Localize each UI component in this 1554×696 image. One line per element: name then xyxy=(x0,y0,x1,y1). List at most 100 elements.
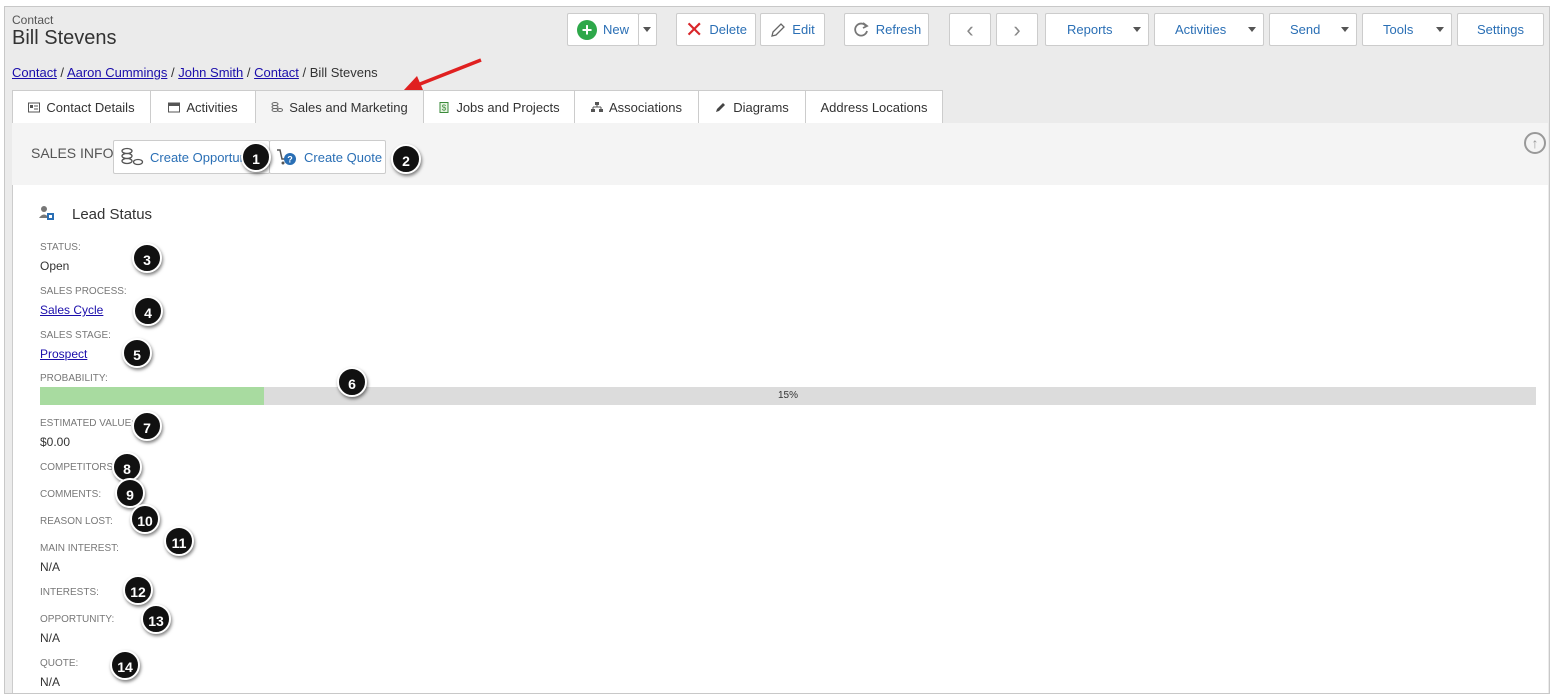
tab-address-locations[interactable]: Address Locations xyxy=(805,90,943,124)
tab-label: Contact Details xyxy=(46,99,135,115)
sales-stage-label: SALES STAGE: xyxy=(40,330,111,341)
tools-label: Tools xyxy=(1383,22,1414,37)
delete-button[interactable]: ✕ Delete xyxy=(676,13,756,46)
org-chart-icon xyxy=(591,101,603,112)
tab-sales-and-marketing[interactable]: Sales and Marketing xyxy=(255,90,423,124)
coins-icon xyxy=(271,101,284,112)
breadcrumb-link[interactable]: John Smith xyxy=(178,65,243,80)
annotation-badge: 10 xyxy=(130,504,160,534)
tab-label: Sales and Marketing xyxy=(289,99,408,115)
next-button[interactable]: › xyxy=(996,13,1038,46)
sales-process-label: SALES PROCESS: xyxy=(40,286,127,297)
annotation-badge: 12 xyxy=(123,575,153,605)
edit-label: Edit xyxy=(792,22,815,37)
annotation-badge: 1 xyxy=(241,142,271,172)
reports-button[interactable]: Reports xyxy=(1045,13,1149,46)
tab-associations[interactable]: Associations xyxy=(574,90,698,124)
probability-bar: 15% xyxy=(40,387,1536,405)
annotation-badge: 2 xyxy=(391,144,421,174)
tab-contact-details[interactable]: Contact Details xyxy=(12,90,150,124)
settings-label: Settings xyxy=(1477,22,1524,37)
probability-text: 15% xyxy=(777,390,798,401)
calendar-icon xyxy=(168,102,181,112)
edit-button[interactable]: Edit xyxy=(760,13,825,46)
scroll-top-icon[interactable]: ↑ xyxy=(1524,132,1546,154)
entity-type: Contact xyxy=(12,13,54,27)
chevron-down-icon xyxy=(1341,27,1349,32)
annotation-badge: 11 xyxy=(164,526,194,556)
sales-stage-link[interactable]: Prospect xyxy=(40,347,87,361)
close-icon: ✕ xyxy=(684,16,704,42)
annotation-badge: 13 xyxy=(141,604,171,634)
previous-button[interactable]: ‹ xyxy=(949,13,991,46)
annotation-badge: 14 xyxy=(110,650,140,680)
create-quote-button[interactable]: ? Create Quote xyxy=(269,140,386,174)
person-icon xyxy=(39,206,54,220)
breadcrumb-separator: / xyxy=(56,65,67,80)
pencil-icon xyxy=(771,22,786,37)
activities-label: Activities xyxy=(1175,22,1227,37)
tab-activities[interactable]: Activities xyxy=(150,90,255,124)
sales-process-link[interactable]: Sales Cycle xyxy=(40,303,103,317)
competitors-label: COMPETITORS: xyxy=(40,462,116,473)
chevron-left-icon: ‹ xyxy=(966,16,974,42)
probability-label: PROBABILITY: xyxy=(40,373,108,384)
send-button[interactable]: Send xyxy=(1269,13,1357,46)
delete-label: Delete xyxy=(709,22,747,37)
breadcrumb-link[interactable]: Contact xyxy=(12,65,57,80)
tab-label: Address Locations xyxy=(820,99,928,115)
breadcrumb-separator: / xyxy=(167,65,179,80)
plus-icon: + xyxy=(576,19,597,40)
tab-diagrams[interactable]: Diagrams xyxy=(698,90,805,124)
id-card-icon xyxy=(28,102,41,112)
estimated-value: $0.00 xyxy=(40,435,71,449)
reports-label: Reports xyxy=(1067,22,1113,37)
interests-label: INTERESTS: xyxy=(40,587,99,598)
status-value: Open xyxy=(40,259,70,273)
refresh-button[interactable]: Refresh xyxy=(844,13,929,46)
annotation-badge: 4 xyxy=(133,296,163,326)
breadcrumb-current: Bill Stevens xyxy=(309,65,378,80)
content-panel xyxy=(12,123,1548,693)
refresh-icon xyxy=(854,21,869,36)
tab-jobs-and-projects[interactable]: $ Jobs and Projects xyxy=(423,90,574,124)
breadcrumb-link[interactable]: Contact xyxy=(254,65,299,80)
breadcrumb-separator: / xyxy=(298,65,310,80)
annotation-badge: 6 xyxy=(337,367,367,397)
opportunity-value: N/A xyxy=(40,631,61,645)
tab-bar: Contact Details Activities Sales and Mar… xyxy=(12,90,943,124)
breadcrumb-link[interactable]: Aaron Cummings xyxy=(67,65,167,80)
refresh-label: Refresh xyxy=(875,22,922,37)
comments-label: COMMENTS: xyxy=(40,489,102,500)
breadcrumb-separator: / xyxy=(243,65,255,80)
quote-label: QUOTE: xyxy=(40,658,79,669)
cart-question-icon: ? xyxy=(277,149,296,165)
section-title: Lead Status xyxy=(72,206,153,223)
status-label: STATUS: xyxy=(40,242,81,253)
pencil-icon xyxy=(716,102,726,112)
chevron-right-icon: › xyxy=(1013,16,1021,42)
settings-button[interactable]: Settings xyxy=(1457,13,1544,46)
create-quote-label: Create Quote xyxy=(304,149,383,165)
activities-button[interactable]: Activities xyxy=(1154,13,1264,46)
tools-button[interactable]: Tools xyxy=(1362,13,1452,46)
new-dropdown-button[interactable] xyxy=(638,13,657,46)
new-button[interactable]: + New xyxy=(567,13,639,46)
breadcrumb: Contact / Aaron Cummings / John Smith / … xyxy=(12,65,378,80)
estimated-value-label: ESTIMATED VALUE: xyxy=(40,418,135,429)
coins-icon xyxy=(121,147,144,166)
tab-label: Activities xyxy=(186,99,238,115)
quote-value: N/A xyxy=(40,675,61,689)
sales-info-heading: SALES INFO xyxy=(31,145,114,161)
reason-lost-label: REASON LOST: xyxy=(40,516,113,527)
opportunity-label: OPPORTUNITY: xyxy=(40,614,115,625)
main-interest-value: N/A xyxy=(40,560,61,574)
main-interest-label: MAIN INTEREST: xyxy=(40,543,119,554)
tab-label: Diagrams xyxy=(733,99,789,115)
svg-text:?: ? xyxy=(287,155,293,165)
new-label: New xyxy=(602,22,629,37)
tab-label: Jobs and Projects xyxy=(456,99,560,115)
svg-text:$: $ xyxy=(442,103,447,112)
annotation-badge: 5 xyxy=(122,338,152,368)
chevron-down-icon xyxy=(1436,27,1444,32)
